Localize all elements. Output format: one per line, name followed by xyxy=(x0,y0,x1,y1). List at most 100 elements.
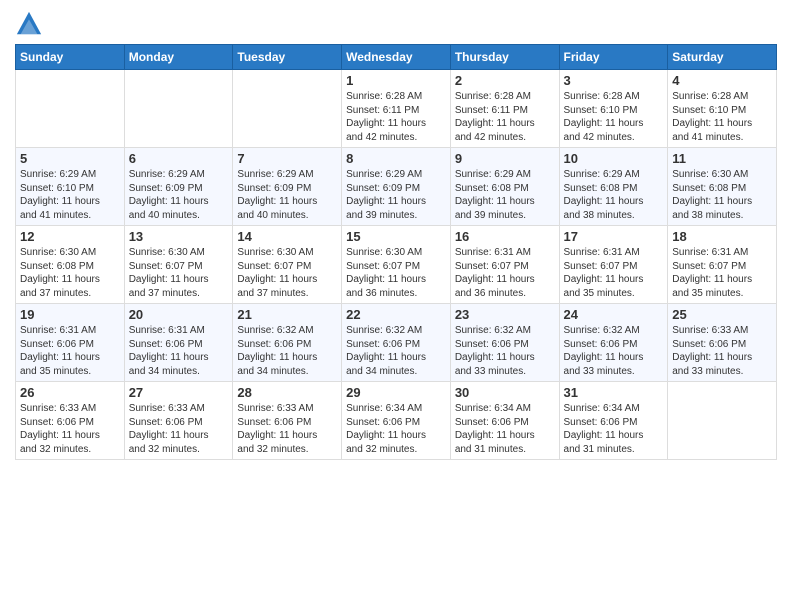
day-number: 2 xyxy=(455,73,555,88)
calendar-cell: 6Sunrise: 6:29 AMSunset: 6:09 PMDaylight… xyxy=(124,148,233,226)
calendar-header-friday: Friday xyxy=(559,45,668,70)
cell-line: Sunset: 6:06 PM xyxy=(20,338,120,352)
cell-line: Daylight: 11 hours xyxy=(455,195,555,209)
cell-line: Daylight: 11 hours xyxy=(346,273,446,287)
cell-line: Sunset: 6:06 PM xyxy=(455,338,555,352)
cell-line: Sunrise: 6:34 AM xyxy=(346,402,446,416)
calendar-cell: 11Sunrise: 6:30 AMSunset: 6:08 PMDayligh… xyxy=(668,148,777,226)
cell-line: Sunrise: 6:34 AM xyxy=(564,402,664,416)
cell-line: Sunrise: 6:31 AM xyxy=(20,324,120,338)
cell-line: and 37 minutes. xyxy=(237,287,337,301)
cell-line: and 42 minutes. xyxy=(455,131,555,145)
calendar-cell: 15Sunrise: 6:30 AMSunset: 6:07 PMDayligh… xyxy=(342,226,451,304)
calendar-cell: 22Sunrise: 6:32 AMSunset: 6:06 PMDayligh… xyxy=(342,304,451,382)
calendar-cell: 14Sunrise: 6:30 AMSunset: 6:07 PMDayligh… xyxy=(233,226,342,304)
day-number: 14 xyxy=(237,229,337,244)
cell-line: and 32 minutes. xyxy=(346,443,446,457)
calendar-cell: 20Sunrise: 6:31 AMSunset: 6:06 PMDayligh… xyxy=(124,304,233,382)
calendar-header-tuesday: Tuesday xyxy=(233,45,342,70)
cell-line: Sunset: 6:06 PM xyxy=(564,416,664,430)
calendar-cell: 28Sunrise: 6:33 AMSunset: 6:06 PMDayligh… xyxy=(233,382,342,460)
calendar-cell: 17Sunrise: 6:31 AMSunset: 6:07 PMDayligh… xyxy=(559,226,668,304)
cell-line: Sunset: 6:06 PM xyxy=(455,416,555,430)
cell-line: Daylight: 11 hours xyxy=(129,273,229,287)
cell-line: Sunset: 6:08 PM xyxy=(564,182,664,196)
cell-line: Daylight: 11 hours xyxy=(672,273,772,287)
cell-line: and 33 minutes. xyxy=(564,365,664,379)
cell-line: and 41 minutes. xyxy=(672,131,772,145)
calendar-cell: 12Sunrise: 6:30 AMSunset: 6:08 PMDayligh… xyxy=(16,226,125,304)
cell-line: Sunset: 6:06 PM xyxy=(346,338,446,352)
cell-line: Sunset: 6:08 PM xyxy=(672,182,772,196)
cell-line: Daylight: 11 hours xyxy=(346,429,446,443)
cell-line: Sunrise: 6:29 AM xyxy=(564,168,664,182)
calendar-cell: 2Sunrise: 6:28 AMSunset: 6:11 PMDaylight… xyxy=(450,70,559,148)
cell-line: and 34 minutes. xyxy=(237,365,337,379)
cell-line: Sunset: 6:10 PM xyxy=(672,104,772,118)
cell-line: and 38 minutes. xyxy=(564,209,664,223)
cell-line: Sunrise: 6:31 AM xyxy=(672,246,772,260)
cell-line: Daylight: 11 hours xyxy=(20,351,120,365)
calendar-header-wednesday: Wednesday xyxy=(342,45,451,70)
header xyxy=(15,10,777,38)
cell-line: and 37 minutes. xyxy=(129,287,229,301)
day-number: 26 xyxy=(20,385,120,400)
calendar-week-1: 5Sunrise: 6:29 AMSunset: 6:10 PMDaylight… xyxy=(16,148,777,226)
day-number: 22 xyxy=(346,307,446,322)
cell-line: Sunrise: 6:29 AM xyxy=(20,168,120,182)
cell-line: and 38 minutes. xyxy=(672,209,772,223)
calendar-cell: 24Sunrise: 6:32 AMSunset: 6:06 PMDayligh… xyxy=(559,304,668,382)
calendar-cell: 27Sunrise: 6:33 AMSunset: 6:06 PMDayligh… xyxy=(124,382,233,460)
cell-line: and 32 minutes. xyxy=(20,443,120,457)
cell-line: Daylight: 11 hours xyxy=(564,351,664,365)
day-number: 16 xyxy=(455,229,555,244)
cell-line: Sunset: 6:09 PM xyxy=(129,182,229,196)
cell-line: Sunset: 6:07 PM xyxy=(564,260,664,274)
cell-line: Sunset: 6:07 PM xyxy=(455,260,555,274)
cell-line: and 31 minutes. xyxy=(564,443,664,457)
day-number: 30 xyxy=(455,385,555,400)
cell-line: Sunset: 6:06 PM xyxy=(237,338,337,352)
calendar-cell: 26Sunrise: 6:33 AMSunset: 6:06 PMDayligh… xyxy=(16,382,125,460)
calendar-header-sunday: Sunday xyxy=(16,45,125,70)
cell-line: and 32 minutes. xyxy=(129,443,229,457)
day-number: 8 xyxy=(346,151,446,166)
cell-line: Daylight: 11 hours xyxy=(564,117,664,131)
cell-line: Sunset: 6:06 PM xyxy=(346,416,446,430)
cell-line: Daylight: 11 hours xyxy=(20,195,120,209)
calendar-week-2: 12Sunrise: 6:30 AMSunset: 6:08 PMDayligh… xyxy=(16,226,777,304)
cell-line: Sunrise: 6:31 AM xyxy=(455,246,555,260)
calendar-week-4: 26Sunrise: 6:33 AMSunset: 6:06 PMDayligh… xyxy=(16,382,777,460)
calendar-cell: 3Sunrise: 6:28 AMSunset: 6:10 PMDaylight… xyxy=(559,70,668,148)
cell-line: Sunset: 6:06 PM xyxy=(672,338,772,352)
cell-line: and 33 minutes. xyxy=(455,365,555,379)
calendar-cell: 9Sunrise: 6:29 AMSunset: 6:08 PMDaylight… xyxy=(450,148,559,226)
day-number: 21 xyxy=(237,307,337,322)
calendar-cell xyxy=(16,70,125,148)
calendar-header-monday: Monday xyxy=(124,45,233,70)
cell-line: Daylight: 11 hours xyxy=(455,117,555,131)
cell-line: Sunrise: 6:33 AM xyxy=(20,402,120,416)
day-number: 10 xyxy=(564,151,664,166)
day-number: 20 xyxy=(129,307,229,322)
cell-line: Daylight: 11 hours xyxy=(20,429,120,443)
calendar-cell: 30Sunrise: 6:34 AMSunset: 6:06 PMDayligh… xyxy=(450,382,559,460)
page: SundayMondayTuesdayWednesdayThursdayFrid… xyxy=(0,0,792,612)
day-number: 27 xyxy=(129,385,229,400)
calendar-cell: 1Sunrise: 6:28 AMSunset: 6:11 PMDaylight… xyxy=(342,70,451,148)
day-number: 29 xyxy=(346,385,446,400)
cell-line: and 35 minutes. xyxy=(564,287,664,301)
cell-line: Sunset: 6:09 PM xyxy=(346,182,446,196)
cell-line: Sunrise: 6:32 AM xyxy=(346,324,446,338)
cell-line: Sunrise: 6:31 AM xyxy=(564,246,664,260)
cell-line: Sunrise: 6:30 AM xyxy=(20,246,120,260)
cell-line: and 33 minutes. xyxy=(672,365,772,379)
cell-line: Sunrise: 6:33 AM xyxy=(129,402,229,416)
calendar-header-row: SundayMondayTuesdayWednesdayThursdayFrid… xyxy=(16,45,777,70)
calendar-cell: 8Sunrise: 6:29 AMSunset: 6:09 PMDaylight… xyxy=(342,148,451,226)
calendar-cell: 13Sunrise: 6:30 AMSunset: 6:07 PMDayligh… xyxy=(124,226,233,304)
calendar-cell: 29 Sunrise: 6:34 AMSunset: 6:06 PMDayligh… xyxy=(342,382,451,460)
cell-line: and 35 minutes. xyxy=(672,287,772,301)
cell-line: Daylight: 11 hours xyxy=(564,195,664,209)
cell-line: Sunset: 6:07 PM xyxy=(237,260,337,274)
